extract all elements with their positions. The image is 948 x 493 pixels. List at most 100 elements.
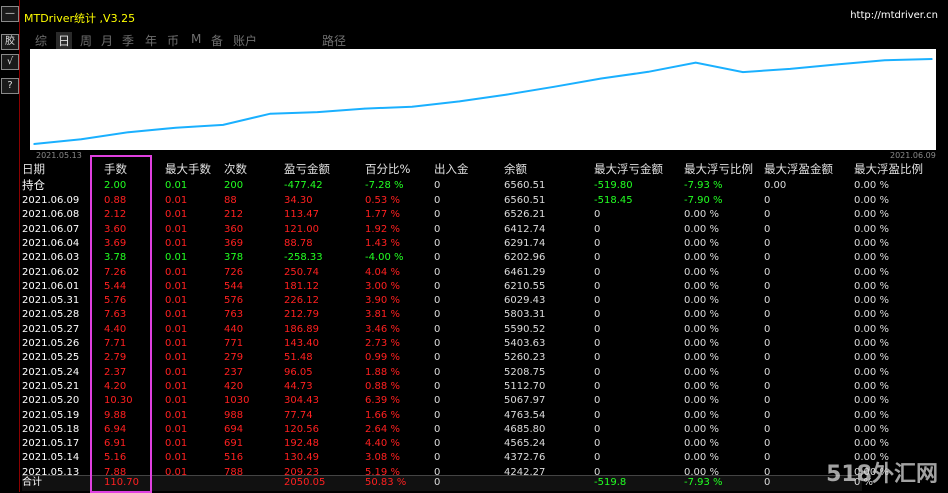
tab-week[interactable]: 周 — [80, 32, 92, 49]
table-cell: 0.00 % — [684, 338, 719, 349]
table-cell: 0.99 % — [365, 352, 400, 364]
table-cell: 0.01 — [165, 352, 188, 364]
balance-point — [411, 105, 413, 108]
table-cell: 0 — [764, 438, 771, 450]
table-cell: 44.73 — [284, 380, 313, 392]
table-cell: 34.30 — [284, 195, 313, 206]
table-cell: 6526.21 — [504, 209, 546, 221]
table-row[interactable]: 2021.05.25 2.79 0.01 279 51.48 0.99 % 0 5260.23… — [22, 350, 948, 365]
table-cell: 691 — [224, 438, 244, 450]
table-cell: 0.01 — [165, 209, 188, 221]
table-cell: 0.01 — [165, 266, 188, 278]
tab-m[interactable]: M — [191, 32, 201, 46]
table-row[interactable]: 2021.06.02 7.26 0.01 726 250.74 4.04 % 0 6461.2… — [22, 265, 948, 280]
table-cell: 1.77 % — [365, 209, 400, 221]
tab-year[interactable]: 年 — [145, 32, 157, 49]
column-header: 最大浮盈比例 — [854, 162, 923, 176]
tab-currency[interactable]: 币 — [167, 32, 179, 49]
table-cell: 0.01 — [165, 409, 188, 421]
table-cell: 0 — [594, 223, 601, 235]
table-cell: 0.01 — [165, 237, 188, 249]
table-row[interactable]: 2021.06.04 3.69 0.01 369 88.78 1.43 % 0 6291.74… — [22, 236, 948, 251]
table-cell: 544 — [224, 280, 244, 292]
table-cell: 4763.54 — [504, 409, 546, 421]
table-cell: 1.88 % — [365, 366, 400, 378]
table-cell: 6291.74 — [504, 237, 546, 249]
tab-month[interactable]: 月 — [101, 32, 113, 49]
table-cell: 0 — [764, 452, 771, 464]
balance-chart — [30, 49, 936, 150]
table-cell: 0.01 — [165, 280, 188, 292]
table-row[interactable]: 2021.05.24 2.37 0.01 237 96.05 1.88 % 0 5208.75… — [22, 365, 948, 380]
table-cell: 2021.06.01 — [22, 280, 80, 292]
table-cell: 2.73 % — [365, 338, 400, 349]
table-row[interactable]: 2021.06.09 0.88 0.01 88 34.30 0.53 % 0 6560.51-… — [22, 193, 948, 208]
table-cell: -7.90 % — [684, 195, 723, 206]
table-row[interactable]: 2021.05.31 5.76 0.01 576 226.12 3.90 % 0 6029.4… — [22, 293, 948, 308]
tab-account[interactable]: 账户 — [233, 32, 257, 49]
table-cell: 0 — [594, 338, 601, 349]
table-cell: 2021.05.17 — [22, 438, 80, 450]
column-header: 盈亏金额 — [284, 162, 330, 176]
table-row[interactable]: 2021.05.19 9.88 0.01 988 77.74 1.66 % 0 4763.54… — [22, 408, 948, 423]
table-cell: 304.43 — [284, 395, 319, 407]
table-cell: 77.74 — [284, 409, 313, 421]
tool-button-1[interactable]: 胶 — [1, 34, 19, 50]
table-cell: 2021.05.18 — [22, 423, 80, 435]
tab-path[interactable]: 路径 — [322, 32, 346, 49]
table-cell: 1.92 % — [365, 223, 400, 235]
table-cell: 0.00 % — [854, 195, 889, 206]
table-row[interactable]: 2021.06.01 5.44 0.01 544 181.12 3.00 % 0 6210.5… — [22, 279, 948, 294]
table-cell: 0 — [434, 209, 441, 221]
table-cell: 0 — [434, 323, 441, 335]
table-row[interactable]: 2021.05.18 6.94 0.01 694 120.56 2.64 % 0 4685.8… — [22, 422, 948, 437]
column-header: 次数 — [224, 162, 247, 176]
table-row[interactable]: 2021.05.20 10.30 0.01 1030 304.43 6.39 % 0 5067… — [22, 393, 948, 408]
check-icon[interactable]: √ — [1, 54, 19, 70]
balance-point — [316, 111, 319, 113]
table-cell: -519.80 — [594, 180, 633, 191]
table-cell: 0 — [434, 309, 441, 321]
table-row[interactable]: 2021.05.26 7.71 0.01 771 143.40 2.73 % 0 5403.6… — [22, 336, 948, 351]
table-cell: 0 — [434, 195, 441, 206]
title-bar — [22, 7, 942, 25]
table-cell: 3.81 % — [365, 309, 400, 321]
total-cell: 2050.05 — [284, 477, 326, 488]
table-header: 日期 手数 最大手数 次数 盈亏金额 百分比% 出入金 余额 最大浮亏金额 最大浮亏比例 最大浮盈金… — [22, 162, 948, 177]
table-row[interactable]: 2021.05.14 5.16 0.01 516 130.49 3.08 % 0 4372.7… — [22, 450, 948, 465]
table-cell: 0 — [434, 423, 441, 435]
table-cell: 0 — [434, 438, 441, 450]
table-cell: 5260.23 — [504, 352, 546, 364]
column-header: 最大浮盈金额 — [764, 162, 833, 176]
tab-summary[interactable]: 综 — [35, 32, 47, 49]
tab-day[interactable]: 日 — [56, 32, 73, 49]
table-row[interactable]: 2021.06.07 3.60 0.01 360 121.00 1.92 % 0 6412.7… — [22, 222, 948, 237]
table-cell: 4.40 % — [365, 438, 400, 450]
table-cell: 0 — [764, 323, 771, 335]
table-cell: 0.00 % — [684, 309, 719, 321]
column-header: 余额 — [504, 162, 527, 176]
table-cell: -518.45 — [594, 195, 633, 206]
balance-point — [269, 112, 272, 115]
tab-notes[interactable]: 备 — [211, 32, 223, 49]
table-cell: 516 — [224, 452, 244, 464]
table-cell: 0 — [594, 323, 601, 335]
site-link[interactable]: http://mtdriver.cn — [850, 10, 938, 21]
table-cell: 0 — [764, 209, 771, 221]
table-cell: 0 — [764, 423, 771, 435]
table-row[interactable]: 2021.05.17 6.91 0.01 691 192.48 4.40 % 0 4565.2… — [22, 436, 948, 451]
table-row[interactable]: 2021.05.27 4.40 0.01 440 186.89 3.46 % 0 5590.5… — [22, 322, 948, 337]
table-row[interactable]: 2021.06.03 3.78 0.01 378 -258.33 -4.00 % 0 6202… — [22, 250, 948, 265]
help-button[interactable]: ? — [1, 78, 19, 94]
table-cell: 0.01 — [165, 423, 188, 435]
table-row[interactable]: 2021.05.28 7.63 0.01 763 212.79 3.81 % 0 5803.3… — [22, 307, 948, 322]
table-cell: 4.04 % — [365, 266, 400, 278]
table-row[interactable]: 2021.05.21 4.20 0.01 420 44.73 0.88 % 0 5112.70… — [22, 379, 948, 394]
table-cell: 0 — [764, 366, 771, 378]
table-cell: 0.00 % — [854, 280, 889, 292]
table-cell: 0.00 % — [854, 180, 889, 191]
minimize-button[interactable]: — — [1, 6, 19, 22]
table-cell: 0 — [764, 352, 771, 364]
table-row[interactable]: 2021.06.08 2.12 0.01 212 113.47 1.77 % 0 6526.2… — [22, 207, 948, 222]
tab-quarter[interactable]: 季 — [122, 32, 134, 49]
